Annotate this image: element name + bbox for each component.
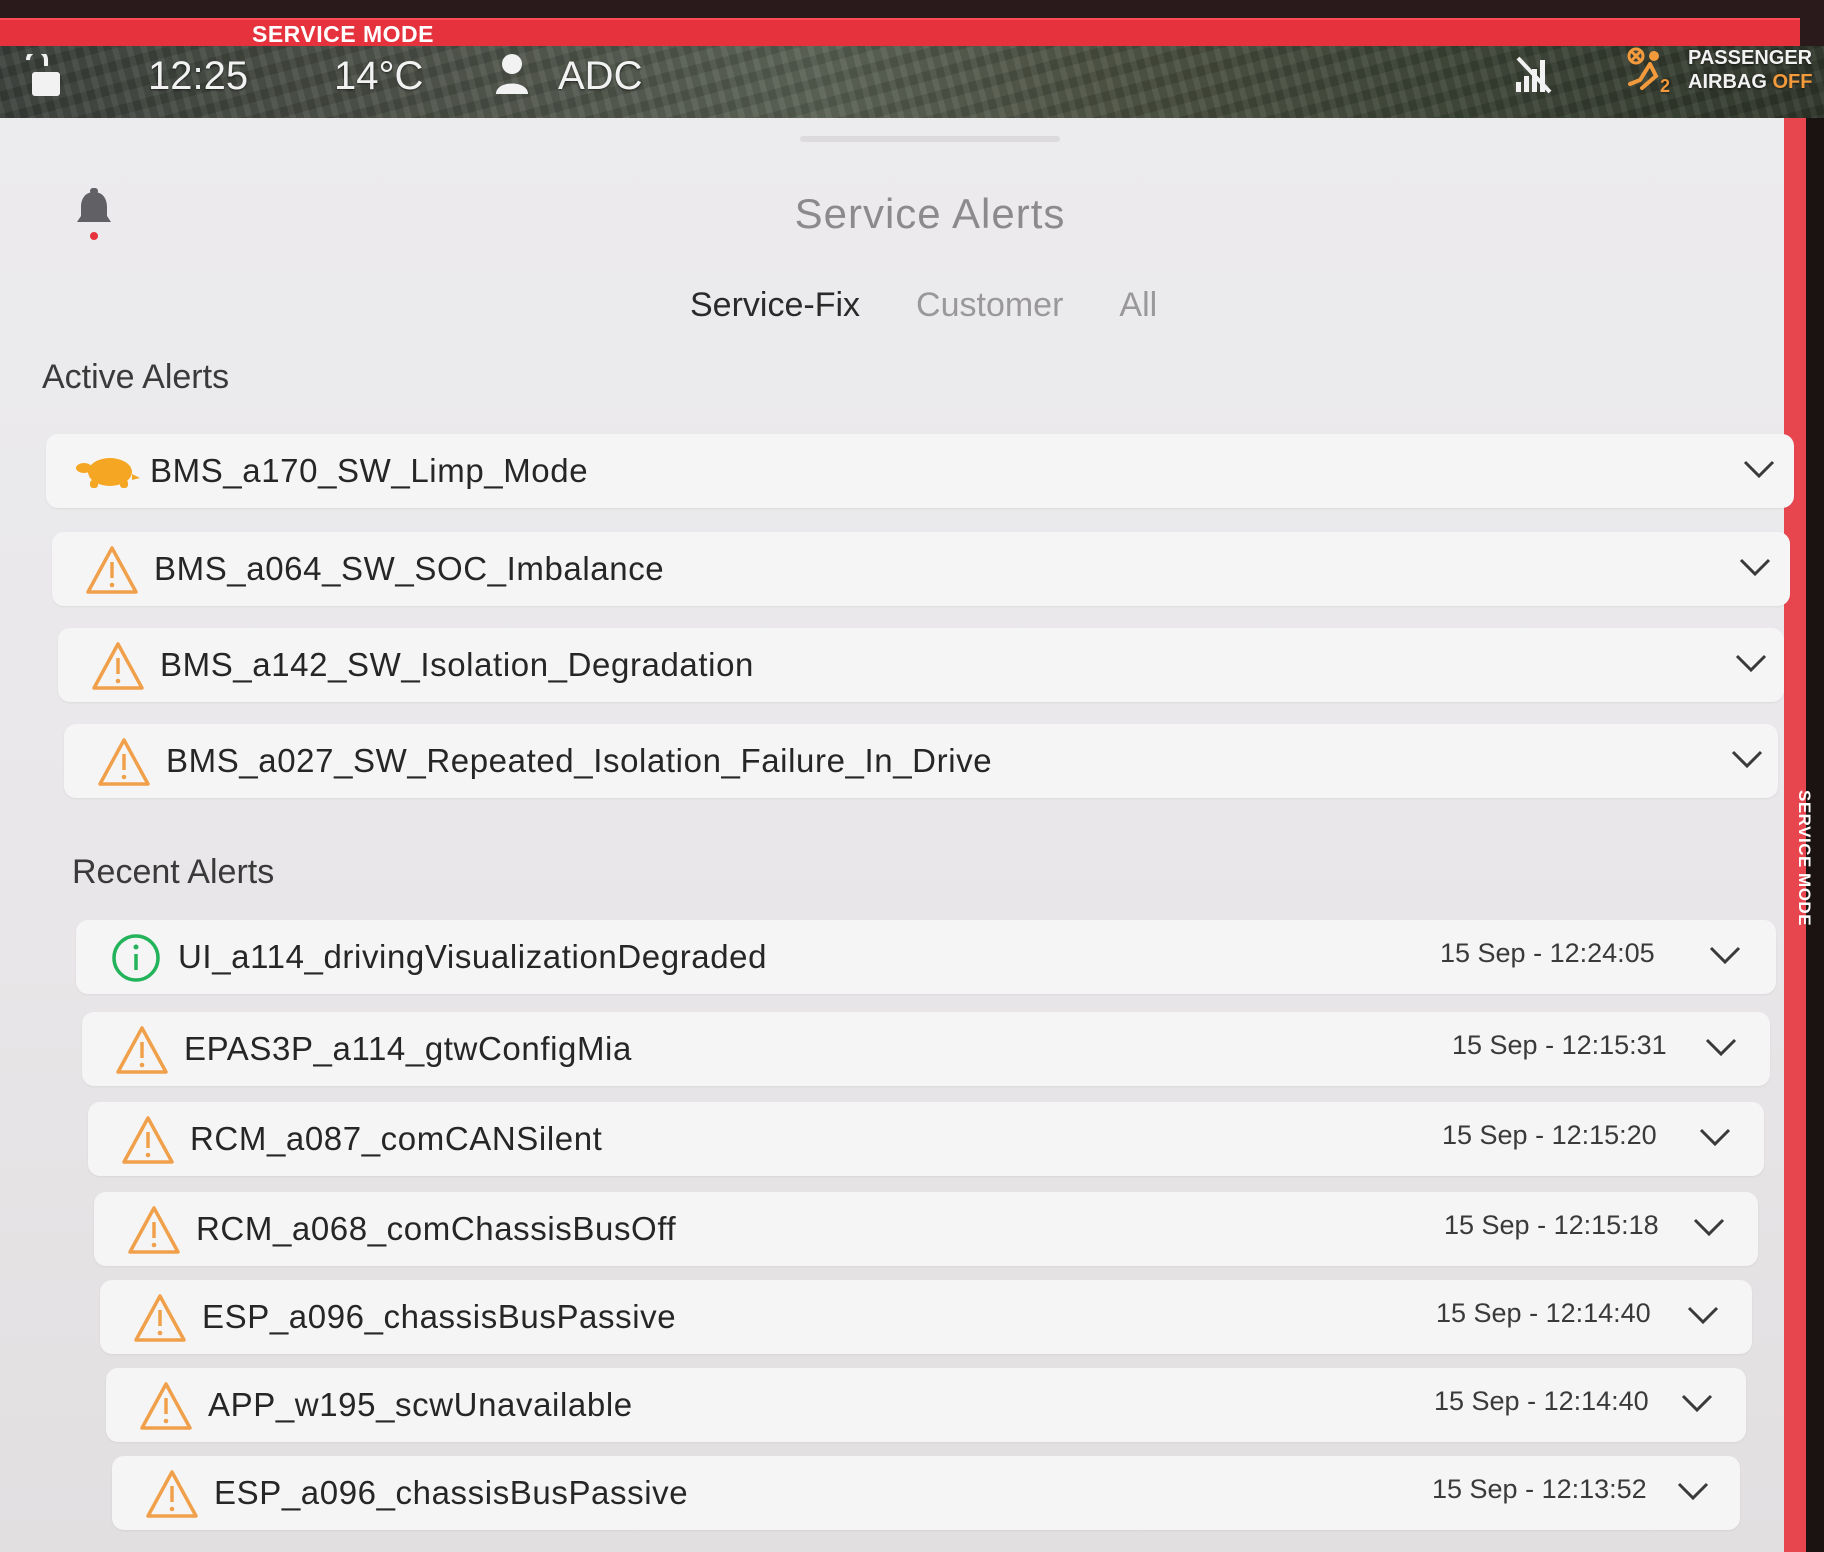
recent-alert-row[interactable]: RCM_a068_comChassisBusOff 15 Sep - 12:15… <box>94 1192 1758 1266</box>
service-alerts-panel: Service Alerts Service-Fix Customer All … <box>0 118 1794 1552</box>
recent-alert-row[interactable]: ESP_a096_chassisBusPassive 15 Sep - 12:1… <box>112 1456 1740 1530</box>
alert-name: BMS_a170_SW_Limp_Mode <box>150 452 589 489</box>
chevron-down-icon[interactable] <box>1738 552 1772 580</box>
warning-icon <box>98 738 150 786</box>
warning-icon <box>92 642 144 690</box>
unlocked-icon[interactable] <box>22 54 62 98</box>
service-mode-banner: SERVICE MODE <box>0 18 1800 47</box>
airbag-label: AIRBAG <box>1688 71 1773 93</box>
service-mode-label: SERVICE MODE <box>252 21 434 47</box>
outside-temperature: 14°C <box>334 54 424 98</box>
recent-alert-row[interactable]: RCM_a087_comCANSilent 15 Sep - 12:15:20 <box>88 1102 1764 1176</box>
active-alert-row[interactable]: BMS_a027_SW_Repeated_Isolation_Failure_I… <box>64 724 1778 798</box>
recent-alert-row[interactable]: EPAS3P_a114_gtwConfigMia 15 Sep - 12:15:… <box>82 1012 1770 1086</box>
tab-service-fix[interactable]: Service-Fix <box>690 286 860 326</box>
active-alert-row[interactable]: BMS_a064_SW_SOC_Imbalance <box>52 532 1790 606</box>
turtle-icon <box>76 458 140 488</box>
chevron-down-icon[interactable] <box>1698 1122 1732 1150</box>
chevron-down-icon[interactable] <box>1680 1388 1714 1416</box>
warning-icon <box>116 1026 168 1074</box>
alert-timestamp: 15 Sep - 12:14:40 <box>1436 1298 1651 1328</box>
airbag-line-1: PASSENGER <box>1688 47 1813 69</box>
alert-name: RCM_a068_comChassisBusOff <box>196 1210 677 1247</box>
alert-name: EPAS3P_a114_gtwConfigMia <box>184 1030 632 1067</box>
info-icon <box>112 934 160 982</box>
alert-timestamp: 15 Sep - 12:13:52 <box>1432 1474 1647 1504</box>
driver-profile-name[interactable]: ADC <box>558 50 642 102</box>
status-bar: 12:25 14°C ADC 2 PASSENGER AIRBAG OFF <box>0 46 1824 118</box>
warning-icon <box>146 1470 198 1518</box>
warning-icon <box>140 1382 192 1430</box>
service-mode-side-label: SERVICE MODE <box>1795 790 1814 927</box>
alert-timestamp: 15 Sep - 12:15:20 <box>1442 1120 1657 1150</box>
recent-alert-row[interactable]: ESP_a096_chassisBusPassive 15 Sep - 12:1… <box>100 1280 1752 1354</box>
active-alert-row[interactable]: BMS_a170_SW_Limp_Mode <box>46 434 1794 508</box>
airbag-off-status: OFF <box>1772 71 1813 93</box>
active-alerts-heading: Active Alerts <box>42 358 230 396</box>
alert-timestamp: 15 Sep - 12:15:31 <box>1452 1030 1667 1060</box>
alert-timestamp: 15 Sep - 12:14:40 <box>1434 1386 1649 1416</box>
airbag-count: 2 <box>1660 76 1670 96</box>
alert-filter-tabs: Service-Fix Customer All <box>690 286 1157 326</box>
alert-name: BMS_a027_SW_Repeated_Isolation_Failure_I… <box>166 742 993 779</box>
page-title: Service Alerts <box>794 190 1066 237</box>
chevron-down-icon[interactable] <box>1708 940 1742 968</box>
chevron-down-icon[interactable] <box>1686 1300 1720 1328</box>
chevron-down-icon[interactable] <box>1692 1212 1726 1240</box>
airbag-line-2: AIRBAG OFF <box>1688 70 1812 94</box>
alert-timestamp: 15 Sep - 12:15:18 <box>1444 1210 1659 1240</box>
alert-timestamp: 15 Sep - 12:24:05 <box>1440 938 1655 968</box>
warning-icon <box>122 1116 174 1164</box>
alert-name: BMS_a064_SW_SOC_Imbalance <box>154 550 665 587</box>
alert-name: ESP_a096_chassisBusPassive <box>214 1474 689 1511</box>
chevron-down-icon[interactable] <box>1734 648 1768 676</box>
recent-alert-row[interactable]: UI_a114_drivingVisualizationDegraded 15 … <box>76 920 1776 994</box>
alert-name: RCM_a087_comCANSilent <box>190 1120 603 1157</box>
active-alert-row[interactable]: BMS_a142_SW_Isolation_Degradation <box>58 628 1784 702</box>
passenger-airbag-off-icon: 2 <box>1627 47 1670 96</box>
alert-name: BMS_a142_SW_Isolation_Degradation <box>160 646 754 683</box>
recent-alert-row[interactable]: APP_w195_scwUnavailable 15 Sep - 12:14:4… <box>106 1368 1746 1442</box>
chevron-down-icon[interactable] <box>1742 454 1776 482</box>
warning-icon <box>128 1206 180 1254</box>
warning-icon <box>134 1294 186 1342</box>
tab-customer[interactable]: Customer <box>916 286 1063 326</box>
no-cellular-signal-icon <box>1516 56 1552 94</box>
tab-all[interactable]: All <box>1119 286 1157 326</box>
alert-name: UI_a114_drivingVisualizationDegraded <box>178 938 768 975</box>
alert-name: APP_w195_scwUnavailable <box>208 1386 633 1423</box>
recent-alerts-heading: Recent Alerts <box>72 853 275 891</box>
clock: 12:25 <box>148 54 249 98</box>
alert-name: ESP_a096_chassisBusPassive <box>202 1298 677 1335</box>
chevron-down-icon[interactable] <box>1730 744 1764 772</box>
passenger-airbag-status: PASSENGER AIRBAG OFF <box>1688 46 1812 94</box>
panel-drag-handle[interactable] <box>800 136 1060 142</box>
chevron-down-icon[interactable] <box>1704 1032 1738 1060</box>
user-profile-icon[interactable] <box>494 52 530 96</box>
warning-icon <box>86 546 138 594</box>
chevron-down-icon[interactable] <box>1676 1476 1710 1504</box>
